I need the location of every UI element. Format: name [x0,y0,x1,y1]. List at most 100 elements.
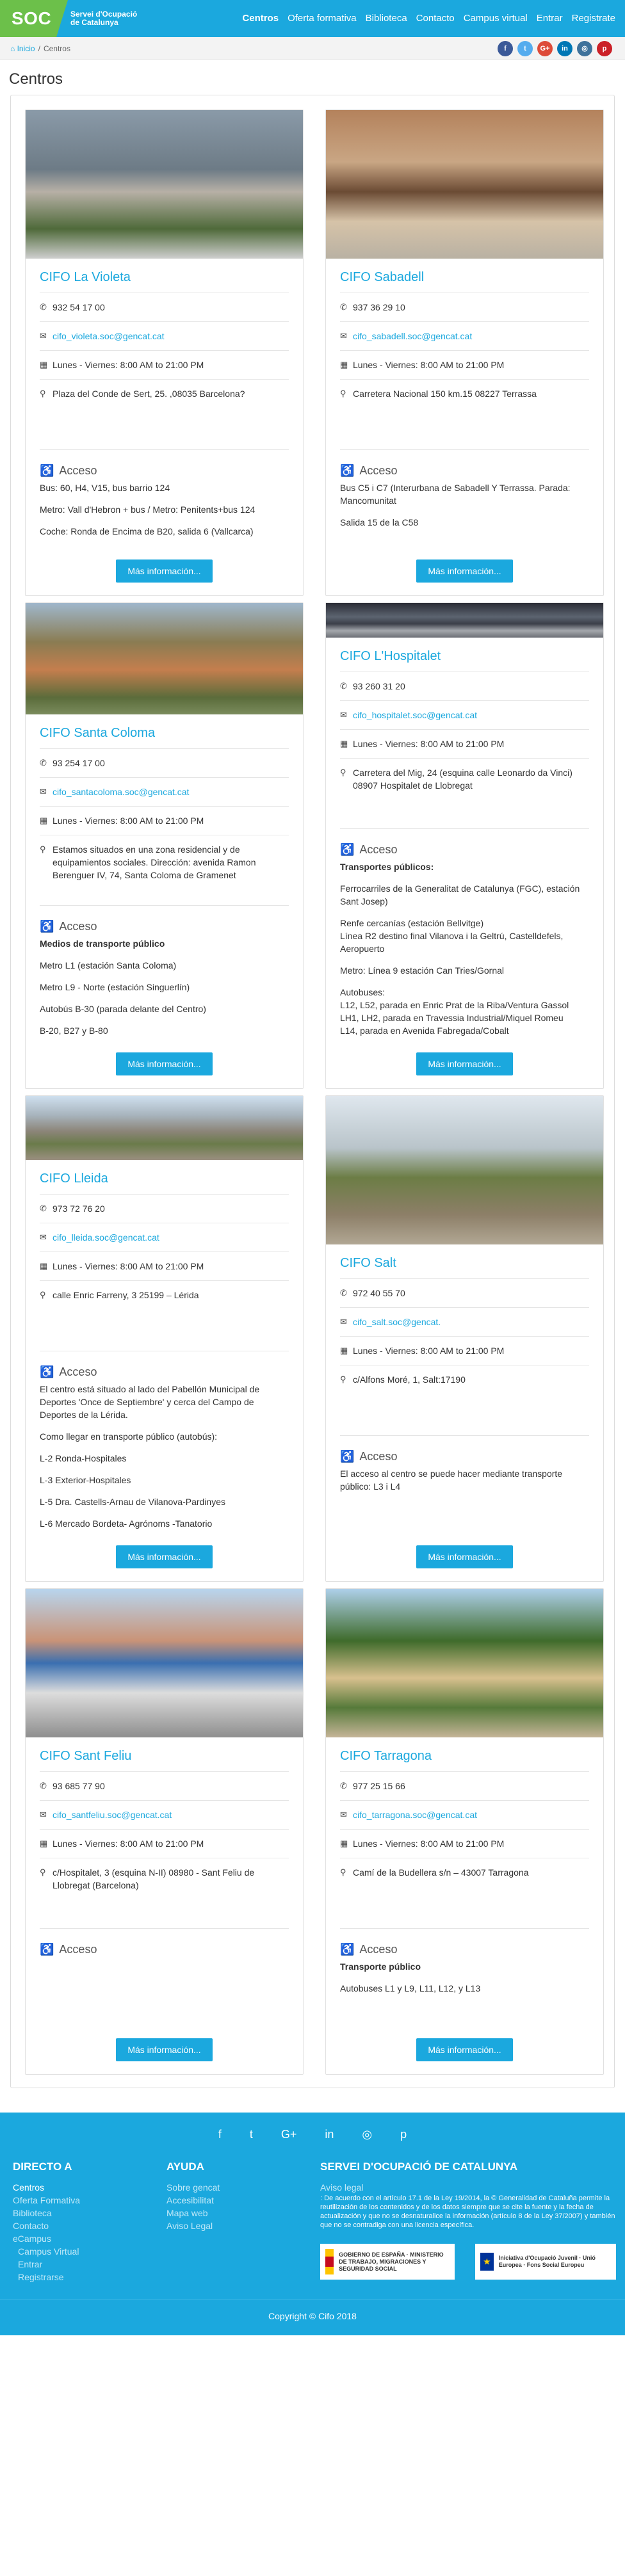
linkedin-icon[interactable]: in [557,40,572,56]
center-card-body: CIFO La Violeta ✆ 932 54 17 00 ✉ cifo_vi… [26,259,303,595]
footer-link[interactable]: Aviso Legal [166,2219,320,2232]
more-info-button[interactable]: Más información... [416,559,513,583]
phone-icon: ✆ [340,1781,347,1791]
pinterest-icon[interactable]: p [400,2128,407,2141]
phone-icon: ✆ [40,758,47,768]
center-name[interactable]: CIFO L'Hospitalet [340,649,589,672]
footer-link[interactable]: Registrarse [13,2271,166,2283]
center-name[interactable]: CIFO Santa Coloma [40,726,289,749]
nav-oferta-formativa[interactable]: Oferta formativa [283,0,361,37]
more-info-button[interactable]: Más información... [116,2038,213,2061]
nav-contacto[interactable]: Contacto [412,0,459,37]
google-plus-icon[interactable]: G+ [281,2128,297,2141]
phone-icon: ✆ [40,302,47,312]
footer-link[interactable]: Mapa web [166,2207,320,2219]
twitter-icon[interactable]: t [517,40,533,56]
acceso-line: Renfe cercanías (estación Bellvitge) Lín… [340,918,564,954]
acceso-title: ♿ Acceso [40,1365,289,1379]
hours-text: Lunes - Viernes: 8:00 AM to 21:00 PM [53,816,204,826]
footer-link[interactable]: Oferta Formativa [13,2194,166,2207]
center-photo [326,1096,603,1244]
center-email[interactable]: ✉ cifo_santfeliu.soc@gencat.cat [40,1801,289,1830]
footer-link[interactable]: Contacto [13,2219,166,2232]
center-photo [326,603,603,638]
card-footer: Más información... [40,1539,289,1581]
center-name[interactable]: CIFO La Violeta [40,270,289,293]
instagram-icon[interactable]: ◎ [577,40,592,56]
center-email[interactable]: ✉ cifo_sabadell.soc@gencat.cat [340,322,589,351]
center-email[interactable]: ✉ cifo_salt.soc@gencat. [340,1308,589,1337]
center-address: ⚲ Estamos situados en una zona residenci… [40,835,289,906]
center-name[interactable]: CIFO Tarragona [340,1749,589,1772]
email-address[interactable]: cifo_tarragona.soc@gencat.cat [353,1808,477,1821]
email-address[interactable]: cifo_santfeliu.soc@gencat.cat [53,1808,172,1821]
acceso-line: Bus C5 i C7 (Interurbana de Sabadell Y T… [340,483,571,506]
envelope-icon: ✉ [40,787,47,796]
center-email[interactable]: ✉ cifo_tarragona.soc@gencat.cat [340,1801,589,1830]
instagram-icon[interactable]: ◎ [362,2128,372,2141]
nav-entrar[interactable]: Entrar [532,0,567,37]
envelope-icon: ✉ [340,1810,347,1819]
footer-link[interactable]: eCampus [13,2232,166,2245]
more-info-button[interactable]: Más información... [116,559,213,583]
center-name[interactable]: CIFO Lleida [40,1171,289,1195]
more-info-button[interactable]: Más información... [416,1545,513,1568]
center-email[interactable]: ✉ cifo_violeta.soc@gencat.cat [40,322,289,351]
center-email[interactable]: ✉ cifo_santacoloma.soc@gencat.cat [40,778,289,807]
pinterest-icon[interactable]: p [597,40,612,56]
footer-link[interactable]: Campus Virtual [13,2245,166,2258]
footer-link[interactable]: Biblioteca [13,2207,166,2219]
email-address[interactable]: cifo_salt.soc@gencat. [353,1316,441,1328]
footer-link[interactable]: Centros [13,2181,166,2194]
legal-notice: Aviso legal: De acuerdo con el artículo … [320,2181,616,2230]
center-name[interactable]: CIFO Salt [340,1256,589,1279]
address-text: Plaza del Conde de Sert, 25. ,08035 Barc… [53,389,245,399]
center-card: CIFO Sabadell ✆ 937 36 29 10 ✉ cifo_saba… [325,109,604,596]
footer-link[interactable]: Entrar [13,2258,166,2271]
phone-icon: ✆ [340,1288,347,1298]
acceso-title-text: Acceso [359,1450,398,1463]
acceso-heading: Medios de transporte público [40,938,165,949]
map-marker-icon: ⚲ [40,1290,46,1300]
soc-logo-mark: SOC [0,0,56,37]
center-name[interactable]: CIFO Sant Feliu [40,1749,289,1772]
more-info-button[interactable]: Más información... [116,1052,213,1075]
phone-number: 93 254 17 00 [53,758,105,768]
center-name[interactable]: CIFO Sabadell [340,270,589,293]
breadcrumb-home[interactable]: ⌂ Inicio [10,44,35,53]
legal-notice-link[interactable]: Aviso legal [320,2181,616,2194]
footer-link[interactable]: Sobre gencat [166,2181,320,2194]
envelope-icon: ✉ [40,1232,47,1242]
center-hours: ▦ Lunes - Viernes: 8:00 AM to 21:00 PM [340,351,589,380]
email-address[interactable]: cifo_lleida.soc@gencat.cat [53,1231,159,1244]
nav-centros[interactable]: Centros [238,0,283,37]
hours-text: Lunes - Viernes: 8:00 AM to 21:00 PM [353,1839,505,1849]
email-address[interactable]: cifo_hospitalet.soc@gencat.cat [353,709,477,721]
map-marker-icon: ⚲ [340,768,346,777]
nav-biblioteca[interactable]: Biblioteca [361,0,412,37]
facebook-icon[interactable]: f [498,40,513,56]
facebook-icon[interactable]: f [218,2128,222,2141]
acceso-line: Autobuses L1 y L9, L11, L12, y L13 [340,1983,481,1993]
more-info-button[interactable]: Más información... [116,1545,213,1568]
card-footer: Más información... [40,553,289,595]
footer-link[interactable]: Accesibilitat [166,2194,320,2207]
center-email[interactable]: ✉ cifo_hospitalet.soc@gencat.cat [340,701,589,730]
twitter-icon[interactable]: t [250,2128,253,2141]
nav-campus-virtual[interactable]: Campus virtual [459,0,532,37]
acceso-info: El centro está situado al lado del Pabel… [40,1383,289,1539]
nav-registrate[interactable]: Registrate [567,0,620,37]
wheelchair-icon: ♿ [40,1943,54,1956]
email-address[interactable]: cifo_santacoloma.soc@gencat.cat [53,785,189,798]
center-email[interactable]: ✉ cifo_lleida.soc@gencat.cat [40,1223,289,1252]
soc-logo[interactable]: SOC Servei d'Ocupació de Catalunya [0,0,137,37]
footer-soc: SERVEI D'OCUPACIÓ DE CATALUNYA Aviso leg… [320,2161,616,2283]
email-address[interactable]: cifo_violeta.soc@gencat.cat [53,330,165,342]
linkedin-icon[interactable]: in [325,2128,334,2141]
more-info-button[interactable]: Más información... [416,2038,513,2061]
more-info-button[interactable]: Más información... [416,1052,513,1075]
center-phone: ✆ 937 36 29 10 [340,293,589,322]
acceso-line: L-6 Mercado Bordeta- Agrónoms -Tanatorio [40,1518,213,1529]
email-address[interactable]: cifo_sabadell.soc@gencat.cat [353,330,472,342]
google-plus-icon[interactable]: G+ [537,40,553,56]
